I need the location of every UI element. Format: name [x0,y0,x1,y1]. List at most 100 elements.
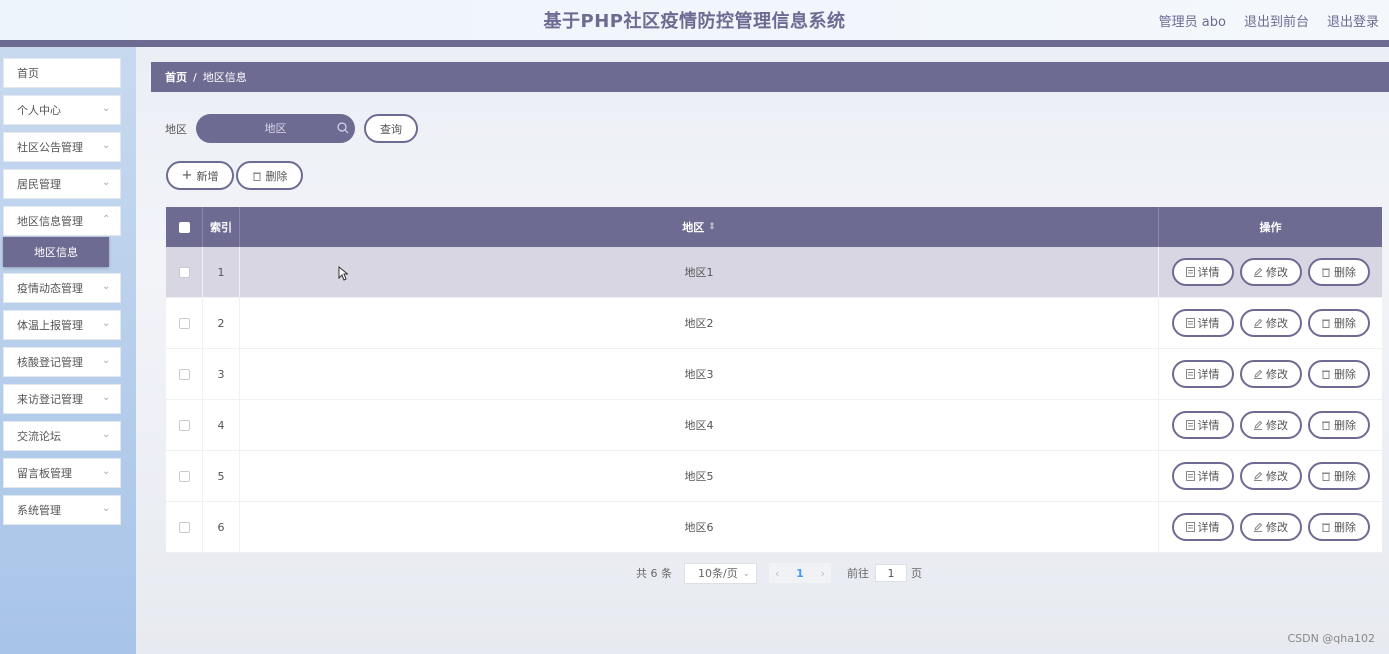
sidebar-item-area-info[interactable]: 地区信息管理 ⌃ [3,206,121,236]
detail-button[interactable]: 详情 [1171,411,1234,439]
table-row: 6 地区6 详情 修改 删除 [166,502,1382,553]
delete-button-label: 删除 [1334,419,1356,432]
query-button[interactable]: 查询 [364,114,418,143]
delete-button-label: 删除 [1334,266,1356,279]
sidebar-item-epidemic[interactable]: 疫情动态管理 ⌄ [3,273,121,303]
search-input[interactable] [196,114,355,143]
add-button[interactable]: + 新增 [166,161,234,190]
delete-button[interactable]: 删除 [1307,462,1370,490]
logout-link[interactable]: 退出登录 [1327,11,1379,30]
breadcrumb-home[interactable]: 首页 [165,69,187,85]
sidebar-item-forum[interactable]: 交流论坛 ⌄ [3,421,121,451]
document-icon [1185,267,1195,277]
detail-button[interactable]: 详情 [1171,309,1234,337]
detail-button[interactable]: 详情 [1171,513,1234,541]
edit-button-label: 修改 [1266,521,1288,534]
delete-button[interactable]: 删除 [1307,360,1370,388]
sidebar-item-label: 地区信息管理 [17,215,83,228]
sidebar-item-residents[interactable]: 居民管理 ⌄ [3,169,121,199]
pencil-icon [1254,318,1263,328]
sidebar-item-personal[interactable]: 个人中心 ⌄ [3,95,121,125]
row-checkbox[interactable] [178,317,190,329]
total-count: 共 6 条 [636,567,672,580]
trash-icon [1322,319,1330,328]
edit-button-label: 修改 [1266,419,1288,432]
goto-label: 前往 [847,567,869,580]
goto-page-input[interactable] [875,564,907,582]
sidebar-item-label: 疫情动态管理 [17,282,83,295]
page-size-select[interactable]: 10条/页 ⌄ [684,562,757,584]
row-checkbox[interactable] [178,266,190,278]
sidebar-item-label: 留言板管理 [17,467,72,480]
table-body: 1 地区1 详情 修改 删除 2 地区2 详情 修改 删除 3 地区3 详情 修… [166,247,1382,553]
header-area[interactable]: 地区 ⇕ [240,207,1159,247]
user-name: 管理员 abo [1158,14,1226,30]
delete-button[interactable]: 删除 [1307,309,1370,337]
sidebar-item-label: 社区公告管理 [17,141,83,154]
row-ops: 详情 修改 删除 [1159,502,1382,552]
goto-unit: 页 [911,567,922,580]
sidebar-item-notice[interactable]: 社区公告管理 ⌄ [3,132,121,162]
sidebar-item-label: 体温上报管理 [17,319,83,332]
pencil-icon [1254,471,1263,481]
prev-page-icon[interactable]: ‹ [775,567,779,580]
next-page-icon[interactable]: › [821,567,825,580]
header-divider [0,40,1389,47]
sidebar-item-label: 核酸登记管理 [17,356,83,369]
chevron-down-icon: ⌄ [102,355,111,366]
page-number-current[interactable]: 1 [796,567,804,580]
sidebar-item-label: 系统管理 [17,504,61,517]
edit-button[interactable]: 修改 [1239,309,1302,337]
search-icon [337,122,349,134]
detail-button-label: 详情 [1197,266,1220,279]
trash-icon [1322,370,1330,379]
row-checkbox[interactable] [178,419,190,431]
edit-button[interactable]: 修改 [1239,360,1302,388]
sidebar-item-home[interactable]: 首页 [3,58,121,88]
sort-icon[interactable]: ⇕ [708,222,716,232]
detail-button[interactable]: 详情 [1171,258,1234,286]
edit-button[interactable]: 修改 [1239,513,1302,541]
row-index: 6 [203,502,240,552]
detail-button[interactable]: 详情 [1171,462,1234,490]
row-index: 1 [203,247,240,297]
row-check-cell [166,400,203,450]
detail-button[interactable]: 详情 [1171,360,1234,388]
edit-button[interactable]: 修改 [1239,258,1302,286]
edit-button-label: 修改 [1266,266,1288,279]
sidebar: 首页 个人中心 ⌄ 社区公告管理 ⌄ 居民管理 ⌄ 地区信息管理 ⌃ 地区信息 … [0,47,136,654]
sidebar-item-visitor[interactable]: 来访登记管理 ⌄ [3,384,121,414]
mouse-cursor-icon [338,266,348,281]
row-area: 地区4 [240,400,1159,450]
query-button-label: 查询 [380,122,402,136]
select-all-checkbox[interactable] [178,221,190,233]
sidebar-item-label: 个人中心 [17,104,61,117]
batch-delete-button[interactable]: 删除 [236,161,303,190]
detail-button-label: 详情 [1197,317,1220,330]
pencil-icon [1254,420,1263,430]
delete-button[interactable]: 删除 [1307,513,1370,541]
edit-button[interactable]: 修改 [1239,462,1302,490]
sidebar-item-temperature[interactable]: 体温上报管理 ⌄ [3,310,121,340]
row-index: 5 [203,451,240,501]
pencil-icon [1254,522,1263,532]
sidebar-item-message[interactable]: 留言板管理 ⌄ [3,458,121,488]
chevron-up-icon: ⌃ [102,214,111,225]
front-link[interactable]: 退出到前台 [1244,11,1309,30]
edit-button[interactable]: 修改 [1239,411,1302,439]
row-index: 3 [203,349,240,399]
sidebar-item-nucleic[interactable]: 核酸登记管理 ⌄ [3,347,121,377]
trash-icon [1322,421,1330,430]
app-title: 基于PHP社区疫情防控管理信息系统 [543,11,846,32]
sidebar-item-system[interactable]: 系统管理 ⌄ [3,495,121,525]
row-index: 4 [203,400,240,450]
row-checkbox[interactable] [178,470,190,482]
row-checkbox[interactable] [178,368,190,380]
sidebar-subitem-area[interactable]: 地区信息 [3,237,109,267]
row-checkbox[interactable] [178,521,190,533]
delete-button[interactable]: 删除 [1307,411,1370,439]
row-check-cell [166,502,203,552]
row-area: 地区3 [240,349,1159,399]
delete-button[interactable]: 删除 [1307,258,1370,286]
header-actions: 管理员 abo 退出到前台 退出登录 [1159,0,1379,40]
